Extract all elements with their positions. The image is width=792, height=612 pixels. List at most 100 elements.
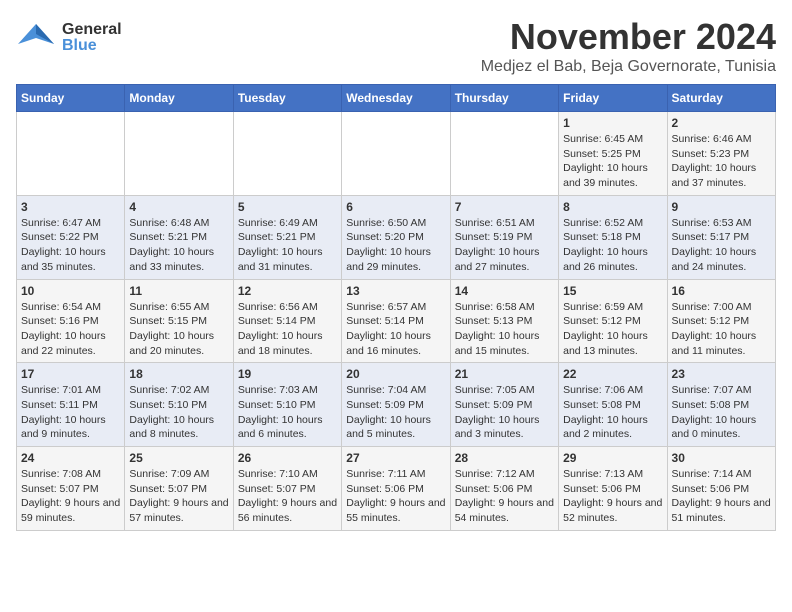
col-sunday: Sunday [17, 85, 125, 112]
calendar-cell: 12Sunrise: 6:56 AM Sunset: 5:14 PM Dayli… [233, 279, 341, 363]
day-info: Sunrise: 7:03 AM Sunset: 5:10 PM Dayligh… [238, 383, 337, 442]
day-info: Sunrise: 6:45 AM Sunset: 5:25 PM Dayligh… [563, 132, 662, 191]
calendar-cell: 18 Sunrise: 7:02 AM Sunset: 5:10 PM Dayli… [125, 363, 233, 447]
day-info: Sunrise: 7:14 AM Sunset: 5:06 PM Dayligh… [672, 467, 771, 526]
calendar-cell: 28Sunrise: 7:12 AM Sunset: 5:06 PM Dayli… [450, 447, 558, 531]
title-section: November 2024 Medjez el Bab, Beja Govern… [481, 16, 776, 76]
calendar-header: Sunday Monday Tuesday Wednesday Thursday… [17, 85, 776, 112]
day-info: Sunrise: 6:53 AM Sunset: 5:17 PM Dayligh… [672, 216, 771, 275]
day-info: Sunrise: 7:11 AM Sunset: 5:06 PM Dayligh… [346, 467, 445, 526]
logo-general-text: General [62, 22, 122, 38]
day-info: Sunrise: 7:01 AM Sunset: 5:11 PM Dayligh… [21, 383, 120, 442]
day-info: Sunrise: 6:52 AM Sunset: 5:18 PM Dayligh… [563, 216, 662, 275]
logo-text: General Blue [62, 22, 122, 54]
calendar-body: 1 Sunrise: 6:45 AM Sunset: 5:25 PM Daylig… [17, 112, 776, 531]
day-info: Sunrise: 6:49 AM Sunset: 5:21 PM Dayligh… [238, 216, 337, 275]
day-info: Sunrise: 6:46 AM Sunset: 5:23 PM Dayligh… [672, 132, 771, 191]
logo: General Blue [16, 16, 122, 59]
day-number: 27 [346, 451, 445, 465]
day-info: Sunrise: 6:55 AM Sunset: 5:15 PM Dayligh… [129, 300, 228, 359]
day-number: 29 [563, 451, 662, 465]
day-info: Sunrise: 7:13 AM Sunset: 5:06 PM Dayligh… [563, 467, 662, 526]
calendar-cell: 26 Sunrise: 7:10 AM Sunset: 5:07 PM Dayli… [233, 447, 341, 531]
calendar-cell: 23Sunrise: 7:07 AM Sunset: 5:08 PM Dayli… [667, 363, 775, 447]
day-info: Sunrise: 7:08 AM Sunset: 5:07 PM Dayligh… [21, 467, 120, 526]
day-number: 8 [563, 200, 662, 214]
day-number: 15 [563, 284, 662, 298]
day-info: Sunrise: 6:58 AM Sunset: 5:13 PM Dayligh… [455, 300, 554, 359]
day-number: 18 [129, 367, 228, 381]
day-info: Sunrise: 6:47 AM Sunset: 5:22 PM Dayligh… [21, 216, 120, 275]
week-row-2: 3 Sunrise: 6:47 AM Sunset: 5:22 PM Daylig… [17, 195, 776, 279]
day-info: Sunrise: 6:54 AM Sunset: 5:16 PM Dayligh… [21, 300, 120, 359]
col-saturday: Saturday [667, 85, 775, 112]
logo-svg [16, 16, 56, 52]
day-number: 30 [672, 451, 771, 465]
calendar-cell: 25 Sunrise: 7:09 AM Sunset: 5:07 PM Dayli… [125, 447, 233, 531]
logo-blue-text: Blue [62, 38, 122, 54]
day-number: 23 [672, 367, 771, 381]
col-wednesday: Wednesday [342, 85, 450, 112]
day-info: Sunrise: 6:57 AM Sunset: 5:14 PM Dayligh… [346, 300, 445, 359]
day-number: 24 [21, 451, 120, 465]
calendar-cell: 19Sunrise: 7:03 AM Sunset: 5:10 PM Dayli… [233, 363, 341, 447]
day-number: 3 [21, 200, 120, 214]
calendar-cell: 15 Sunrise: 6:59 AM Sunset: 5:12 PM Dayli… [559, 279, 667, 363]
week-row-5: 24 Sunrise: 7:08 AM Sunset: 5:07 PM Dayli… [17, 447, 776, 531]
day-number: 25 [129, 451, 228, 465]
calendar-cell: 30 Sunrise: 7:14 AM Sunset: 5:06 PM Dayli… [667, 447, 775, 531]
calendar-cell: 17Sunrise: 7:01 AM Sunset: 5:11 PM Dayli… [17, 363, 125, 447]
day-info: Sunrise: 7:06 AM Sunset: 5:08 PM Dayligh… [563, 383, 662, 442]
day-number: 7 [455, 200, 554, 214]
day-info: Sunrise: 7:09 AM Sunset: 5:07 PM Dayligh… [129, 467, 228, 526]
calendar-cell: 9 Sunrise: 6:53 AM Sunset: 5:17 PM Daylig… [667, 195, 775, 279]
calendar-cell: 7 Sunrise: 6:51 AM Sunset: 5:19 PM Daylig… [450, 195, 558, 279]
day-number: 28 [455, 451, 554, 465]
calendar-cell: 3 Sunrise: 6:47 AM Sunset: 5:22 PM Daylig… [17, 195, 125, 279]
calendar-cell: 13 Sunrise: 6:57 AM Sunset: 5:14 PM Dayli… [342, 279, 450, 363]
week-row-4: 17Sunrise: 7:01 AM Sunset: 5:11 PM Dayli… [17, 363, 776, 447]
calendar-cell [125, 112, 233, 196]
day-number: 21 [455, 367, 554, 381]
calendar-cell [342, 112, 450, 196]
calendar-cell: 29 Sunrise: 7:13 AM Sunset: 5:06 PM Dayli… [559, 447, 667, 531]
day-number: 4 [129, 200, 228, 214]
col-tuesday: Tuesday [233, 85, 341, 112]
calendar-cell: 1 Sunrise: 6:45 AM Sunset: 5:25 PM Daylig… [559, 112, 667, 196]
month-title: November 2024 [481, 16, 776, 58]
day-number: 5 [238, 200, 337, 214]
day-number: 10 [21, 284, 120, 298]
calendar-cell [17, 112, 125, 196]
col-monday: Monday [125, 85, 233, 112]
week-row-1: 1 Sunrise: 6:45 AM Sunset: 5:25 PM Daylig… [17, 112, 776, 196]
day-info: Sunrise: 6:51 AM Sunset: 5:19 PM Dayligh… [455, 216, 554, 275]
calendar-cell: 5 Sunrise: 6:49 AM Sunset: 5:21 PM Daylig… [233, 195, 341, 279]
location: Medjez el Bab, Beja Governorate, Tunisia [481, 58, 776, 76]
header-row: Sunday Monday Tuesday Wednesday Thursday… [17, 85, 776, 112]
day-number: 20 [346, 367, 445, 381]
day-number: 1 [563, 116, 662, 130]
day-number: 26 [238, 451, 337, 465]
calendar-table: Sunday Monday Tuesday Wednesday Thursday… [16, 84, 776, 531]
calendar-cell: 22Sunrise: 7:06 AM Sunset: 5:08 PM Dayli… [559, 363, 667, 447]
week-row-3: 10 Sunrise: 6:54 AM Sunset: 5:16 PM Dayli… [17, 279, 776, 363]
calendar-cell: 2 Sunrise: 6:46 AM Sunset: 5:23 PM Daylig… [667, 112, 775, 196]
day-info: Sunrise: 6:48 AM Sunset: 5:21 PM Dayligh… [129, 216, 228, 275]
day-number: 9 [672, 200, 771, 214]
calendar-cell: 16Sunrise: 7:00 AM Sunset: 5:12 PM Dayli… [667, 279, 775, 363]
day-info: Sunrise: 7:04 AM Sunset: 5:09 PM Dayligh… [346, 383, 445, 442]
day-number: 6 [346, 200, 445, 214]
day-info: Sunrise: 7:10 AM Sunset: 5:07 PM Dayligh… [238, 467, 337, 526]
day-number: 16 [672, 284, 771, 298]
calendar-cell: 21Sunrise: 7:05 AM Sunset: 5:09 PM Dayli… [450, 363, 558, 447]
calendar-cell: 10 Sunrise: 6:54 AM Sunset: 5:16 PM Dayli… [17, 279, 125, 363]
day-number: 2 [672, 116, 771, 130]
day-info: Sunrise: 6:59 AM Sunset: 5:12 PM Dayligh… [563, 300, 662, 359]
calendar-cell: 11Sunrise: 6:55 AM Sunset: 5:15 PM Dayli… [125, 279, 233, 363]
calendar-cell: 27 Sunrise: 7:11 AM Sunset: 5:06 PM Dayli… [342, 447, 450, 531]
calendar-cell: 20 Sunrise: 7:04 AM Sunset: 5:09 PM Dayli… [342, 363, 450, 447]
calendar-cell [450, 112, 558, 196]
col-friday: Friday [559, 85, 667, 112]
day-number: 13 [346, 284, 445, 298]
day-info: Sunrise: 7:02 AM Sunset: 5:10 PM Dayligh… [129, 383, 228, 442]
